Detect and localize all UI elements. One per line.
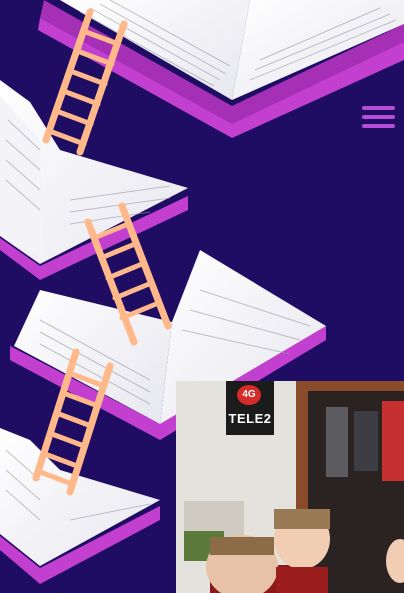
students-photo: 4G TELE2 <box>176 381 404 593</box>
hero-section: 4G TELE2 <box>0 0 404 593</box>
menu-bar-3 <box>362 124 395 128</box>
network-badge: 4G <box>237 385 261 405</box>
menu-bar-2 <box>362 115 395 119</box>
brand-name: TELE2 <box>228 411 272 426</box>
hamburger-menu-button[interactable] <box>358 104 398 134</box>
menu-bar-1 <box>362 106 395 110</box>
store-sign: 4G TELE2 <box>226 381 274 435</box>
